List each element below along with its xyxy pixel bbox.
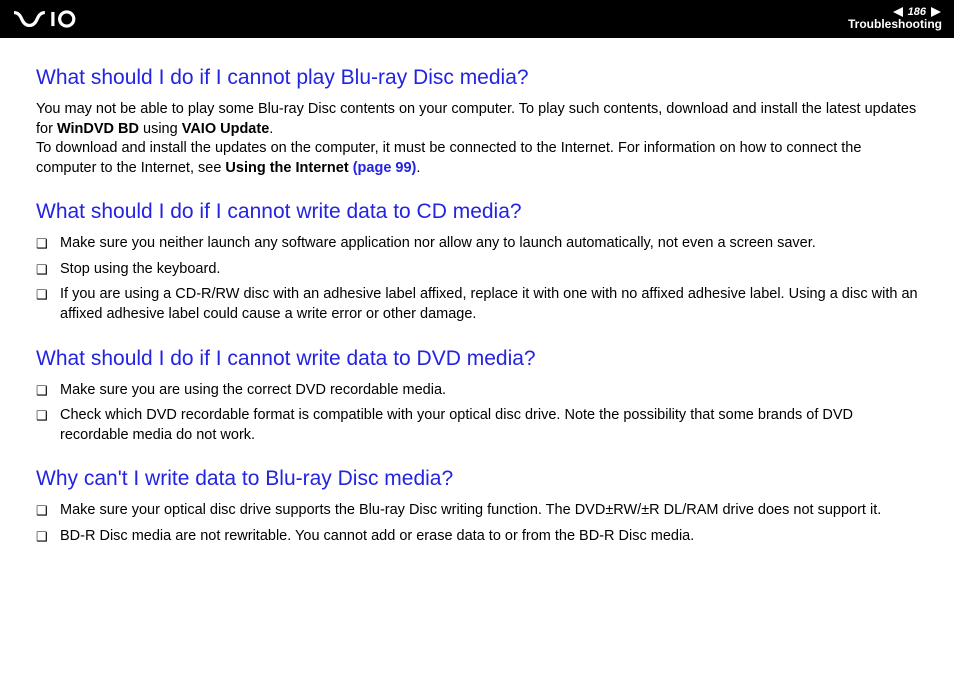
list-text: If you are using a CD-R/RW disc with an … [60,285,918,324]
list-item: ❑Make sure your optical disc drive suppo… [36,501,918,521]
bullet-icon: ❑ [36,381,60,401]
heading-bluray-play: What should I do if I cannot play Blu-ra… [36,66,918,90]
list-cd-write: ❑Make sure you neither launch any softwa… [36,234,918,324]
text: To download and install the updates on t… [36,140,861,176]
bold-text: VAIO Update [182,121,270,137]
list-item: ❑Stop using the keyboard. [36,260,918,280]
list-item: ❑If you are using a CD-R/RW disc with an… [36,285,918,324]
text: . [269,121,273,137]
heading-cd-write: What should I do if I cannot write data … [36,200,918,224]
vaio-logo [14,0,104,38]
bullet-icon: ❑ [36,501,60,521]
list-text: Stop using the keyboard. [60,260,918,280]
bullet-icon: ❑ [36,260,60,280]
bullet-icon: ❑ [36,285,60,305]
bullet-icon: ❑ [36,527,60,547]
next-page-icon[interactable] [930,7,942,17]
list-item: ❑Check which DVD recordable format is co… [36,406,918,445]
heading-dvd-write: What should I do if I cannot write data … [36,347,918,371]
vaio-logo-svg [14,10,104,28]
list-text: Make sure you are using the correct DVD … [60,381,918,401]
paragraph-bluray-play: You may not be able to play some Blu-ray… [36,100,918,178]
bold-text: Using the Internet [225,160,352,176]
text: using [139,121,182,137]
list-text: Make sure your optical disc drive suppor… [60,501,918,521]
list-item: ❑Make sure you neither launch any softwa… [36,234,918,254]
page-header: 186 Troubleshooting [0,0,954,38]
list-item: ❑BD-R Disc media are not rewritable. You… [36,527,918,547]
list-text: BD-R Disc media are not rewritable. You … [60,527,918,547]
list-bluray-write: ❑Make sure your optical disc drive suppo… [36,501,918,546]
section-label: Troubleshooting [848,18,942,31]
bold-text: WinDVD BD [57,121,139,137]
prev-page-icon[interactable] [892,7,904,17]
list-dvd-write: ❑Make sure you are using the correct DVD… [36,381,918,446]
list-text: Make sure you neither launch any softwar… [60,234,918,254]
bullet-icon: ❑ [36,406,60,426]
list-text: Check which DVD recordable format is com… [60,406,918,445]
list-item: ❑Make sure you are using the correct DVD… [36,381,918,401]
header-right: 186 Troubleshooting [848,6,942,31]
text: . [416,160,420,176]
heading-bluray-write: Why can't I write data to Blu-ray Disc m… [36,467,918,491]
bullet-icon: ❑ [36,234,60,254]
page-link[interactable]: (page 99) [353,160,417,176]
page-content: What should I do if I cannot play Blu-ra… [0,38,954,572]
